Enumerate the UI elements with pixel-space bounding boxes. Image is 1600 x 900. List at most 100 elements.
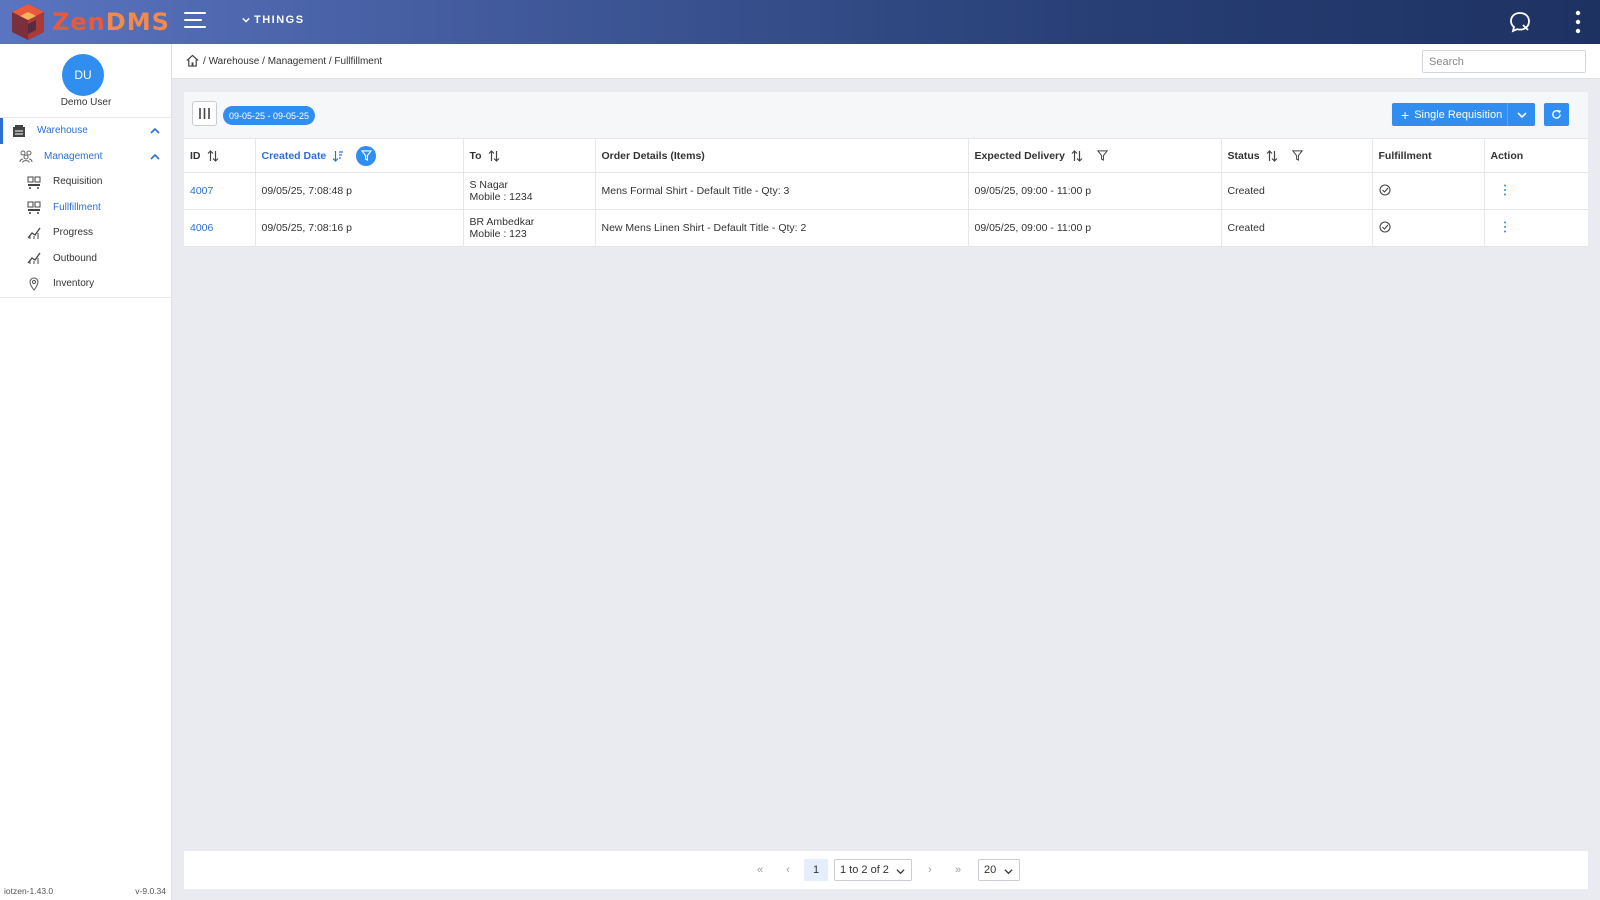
sidebar-item-outbound[interactable]: Outbound	[0, 246, 172, 272]
single-requisition-label: Single Requisition	[1414, 108, 1503, 121]
sidebar-item-progress[interactable]: Progress	[0, 220, 172, 246]
breadcrumb-bar: / Warehouse / Management / Fullfillment	[172, 44, 1600, 79]
build-version: v-9.0.34	[135, 886, 166, 896]
pagination-bar: « ‹ 1 1 to 2 of 2 › » 20	[184, 851, 1588, 889]
col-header-fulfillment: Fulfillment	[1372, 138, 1485, 173]
fulfillment-table: ID Created Date To Order Details (Items)…	[184, 138, 1588, 247]
col-header-id[interactable]: ID	[184, 138, 256, 173]
breadcrumb-management[interactable]: Management	[268, 56, 326, 67]
more-vertical-icon[interactable]	[1503, 221, 1507, 233]
home-icon[interactable]	[186, 54, 199, 67]
chart-icon	[27, 227, 41, 239]
col-header-status[interactable]: Status	[1221, 138, 1373, 173]
col-header-order-details: Order Details (Items)	[595, 138, 969, 173]
cell-expected-delivery: 09/05/25, 09:00 - 11:00 p	[968, 172, 1222, 210]
page-size-select[interactable]: 20	[978, 859, 1020, 881]
col-header-expected-delivery[interactable]: Expected Delivery	[968, 138, 1222, 173]
filter-icon[interactable]	[1291, 150, 1303, 161]
recipient-name: S Nagar	[469, 179, 509, 191]
sidebar-item-label: Inventory	[53, 278, 95, 290]
chevron-down-icon	[1004, 869, 1013, 875]
people-icon	[19, 150, 33, 163]
table-row: 4007 09/05/25, 7:08:48 p S Nagar Mobile :…	[184, 172, 1588, 210]
recipient-mobile: Mobile : 123	[469, 228, 527, 240]
column-toggle-button[interactable]	[192, 101, 217, 126]
date-range-chip[interactable]: 09-05-25 - 09-05-25	[223, 106, 316, 125]
chevron-down-icon	[1516, 111, 1527, 118]
columns-icon	[199, 108, 210, 119]
sidebar-item-label: Requisition	[53, 176, 103, 188]
sort-descending-icon[interactable]	[332, 150, 344, 162]
page-range-select[interactable]: 1 to 2 of 2	[834, 859, 912, 881]
sidebar-item-warehouse[interactable]: Warehouse	[0, 118, 172, 144]
things-menu[interactable]: THINGS	[242, 14, 305, 26]
fulfillment-table-card: 09-05-25 - 09-05-25 + Single Requisition…	[184, 92, 1588, 247]
next-page-button[interactable]: ›	[922, 859, 938, 881]
table-row: 4006 09/05/25, 7:08:16 p BR Ambedkar Mobi…	[184, 209, 1588, 247]
sidebar-item-requisition[interactable]: Requisition	[0, 169, 172, 195]
page-size-label: 20	[984, 864, 997, 876]
top-bar: ZenDMS THINGS	[0, 0, 1600, 44]
cell-fulfillment	[1372, 209, 1485, 247]
sort-icon[interactable]	[1266, 149, 1278, 162]
app-logo[interactable]: ZenDMS	[6, 0, 170, 44]
app-version: iotzen-1.43.0	[4, 886, 54, 896]
cell-status: Created	[1221, 209, 1373, 247]
cube-logo-icon	[12, 4, 44, 40]
sort-icon[interactable]	[488, 149, 500, 162]
cell-fulfillment	[1372, 172, 1485, 210]
col-header-to[interactable]: To	[463, 138, 596, 173]
recipient-mobile: Mobile : 1234	[469, 191, 533, 203]
filter-icon[interactable]	[1096, 150, 1108, 161]
last-page-button[interactable]: »	[950, 859, 966, 881]
sidebar-item-label: Warehouse	[37, 125, 88, 137]
filter-icon	[360, 150, 372, 161]
recipient-name: BR Ambedkar	[469, 216, 535, 228]
chat-bubble-icon[interactable]	[1508, 10, 1532, 34]
col-header-action: Action	[1484, 138, 1588, 173]
cell-order-details: New Mens Linen Shirt - Default Title - Q…	[595, 209, 969, 247]
requisition-dropdown-toggle[interactable]	[1507, 103, 1535, 126]
sidebar-item-label: Fullfillment	[53, 201, 101, 213]
sidebar-item-management[interactable]: Management	[0, 144, 172, 170]
location-pin-icon	[29, 277, 39, 291]
avatar[interactable]: DU	[62, 54, 104, 96]
cart-icon	[27, 201, 41, 215]
menu-toggle-button[interactable]	[184, 12, 206, 32]
order-id-link[interactable]: 4007	[190, 185, 213, 197]
sort-icon[interactable]	[1071, 149, 1083, 162]
chevron-down-icon	[242, 17, 250, 23]
cell-created-date: 09/05/25, 7:08:48 p	[255, 172, 464, 210]
sidebar: DU Demo User Warehouse Management Requis…	[0, 44, 172, 900]
cell-created-date: 09/05/25, 7:08:16 p	[255, 209, 464, 247]
refresh-button[interactable]	[1544, 103, 1569, 126]
brand-name: ZenDMS	[52, 8, 170, 36]
breadcrumb-warehouse[interactable]: Warehouse	[209, 56, 260, 67]
first-page-button[interactable]: «	[752, 859, 768, 881]
cell-to: S Nagar Mobile : 1234	[463, 172, 596, 210]
page-number-button[interactable]: 1	[804, 859, 828, 881]
check-circle-icon[interactable]	[1378, 220, 1391, 233]
things-menu-label: THINGS	[254, 14, 305, 26]
refresh-icon	[1552, 109, 1562, 119]
filter-active-button[interactable]	[356, 145, 377, 166]
check-circle-icon[interactable]	[1378, 183, 1391, 196]
more-vertical-icon[interactable]	[1570, 10, 1586, 34]
sidebar-item-fullfillment[interactable]: Fullfillment	[0, 195, 172, 221]
search-input[interactable]	[1422, 50, 1586, 73]
order-id-link[interactable]: 4006	[190, 222, 213, 234]
sort-icon[interactable]	[207, 149, 219, 162]
plus-icon: +	[1401, 106, 1410, 123]
sidebar-nav: Warehouse Management Requisition Fullfil…	[0, 117, 172, 298]
cell-action	[1484, 172, 1588, 210]
col-header-created-date[interactable]: Created Date	[255, 138, 464, 173]
cell-expected-delivery: 09/05/25, 09:00 - 11:00 p	[968, 209, 1222, 247]
single-requisition-button[interactable]: + Single Requisition	[1392, 103, 1535, 126]
breadcrumb-fullfillment: Fullfillment	[334, 56, 383, 67]
sidebar-item-label: Management	[44, 150, 103, 162]
more-vertical-icon[interactable]	[1503, 184, 1507, 196]
previous-page-button[interactable]: ‹	[780, 859, 796, 881]
sidebar-item-label: Outbound	[53, 252, 97, 264]
sidebar-item-inventory[interactable]: Inventory	[0, 271, 172, 297]
sidebar-item-label: Progress	[53, 227, 94, 239]
